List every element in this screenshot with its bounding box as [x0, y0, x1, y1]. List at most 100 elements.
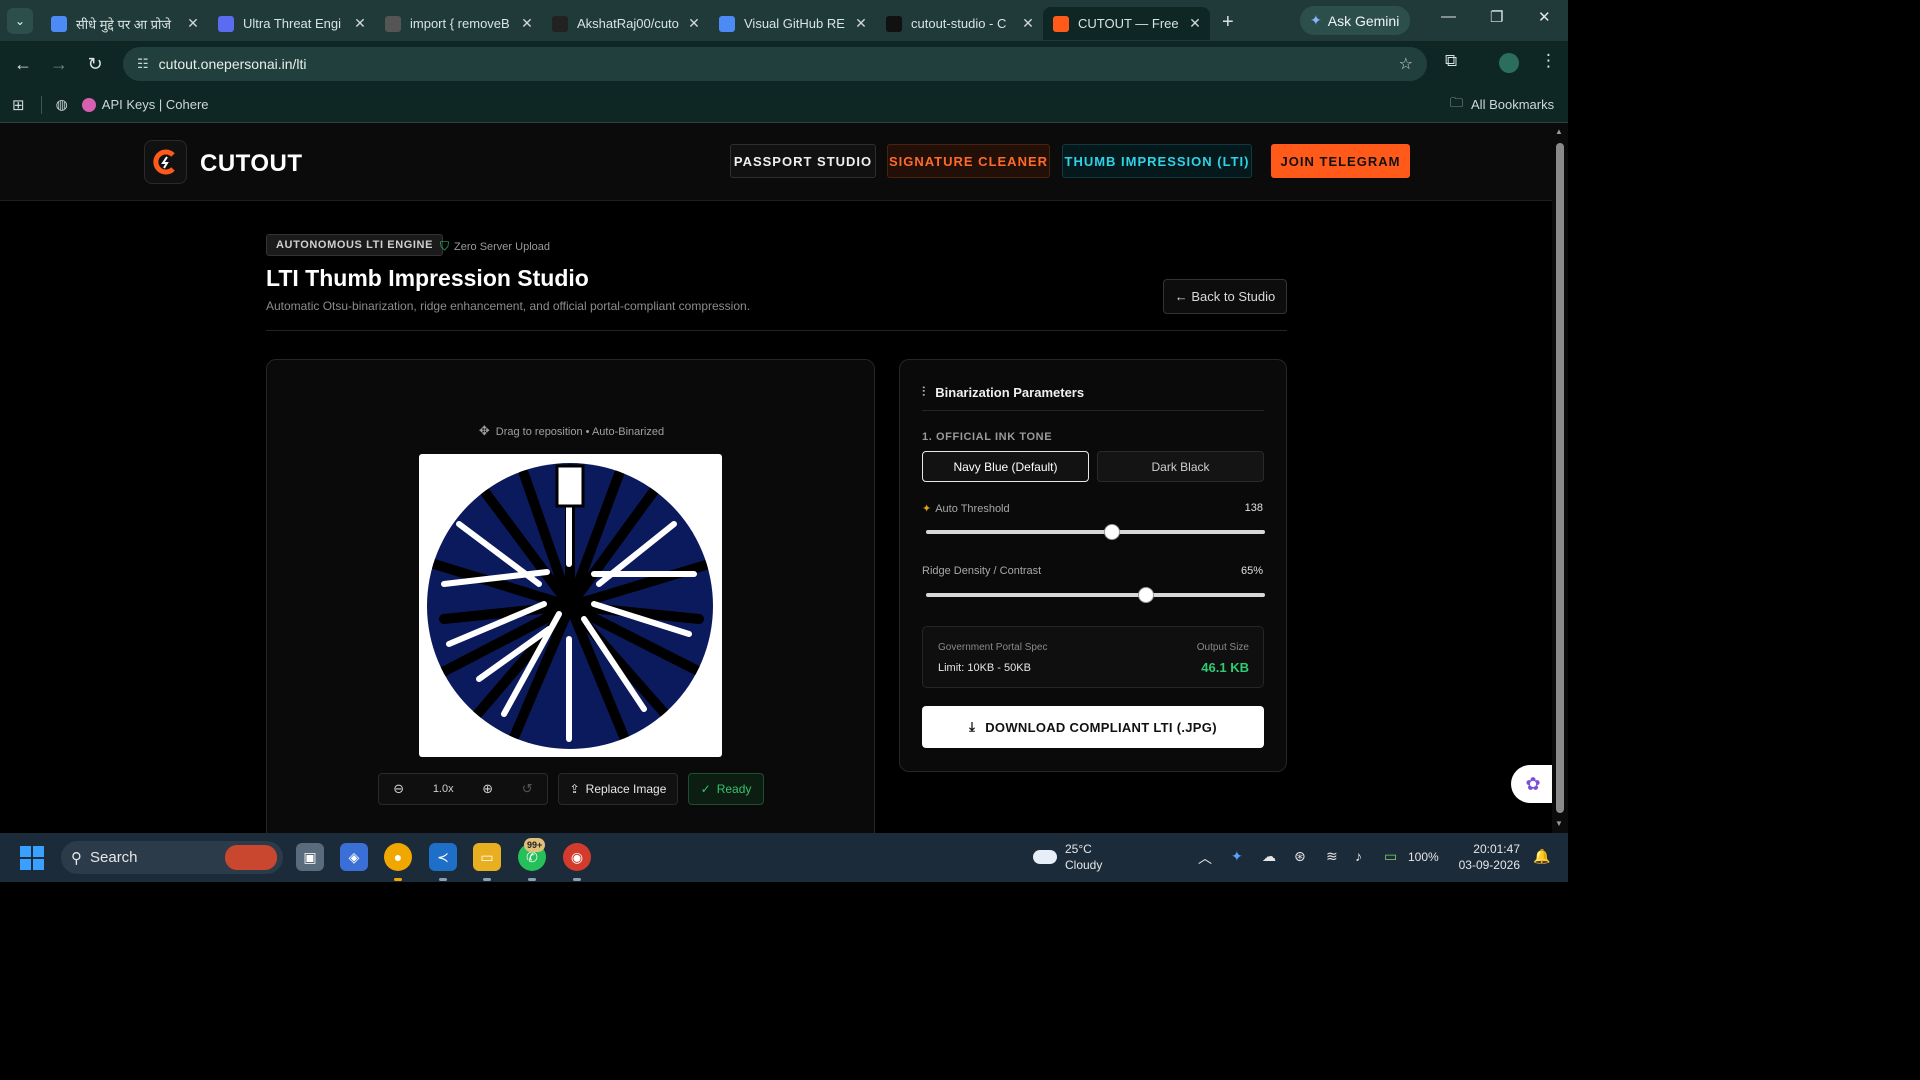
weather-condition: Cloudy: [1065, 858, 1103, 872]
gemini-icon: ✦: [1310, 12, 1322, 28]
output-size-value: 46.1 KB: [1201, 660, 1249, 675]
profile-avatar-icon[interactable]: [1499, 53, 1519, 73]
binarized-thumbprint: [427, 463, 713, 749]
threshold-slider[interactable]: [926, 524, 1265, 540]
browser-tab[interactable]: सीधे मुद्दे पर आ प्रोजे ✕: [41, 7, 208, 40]
ridge-slider-handle[interactable]: [1138, 587, 1155, 603]
browser-tab[interactable]: Ultra Threat Engi ✕: [208, 7, 375, 40]
section-divider: [266, 330, 1287, 331]
close-tab-icon[interactable]: ✕: [1188, 15, 1202, 32]
windows-start-icon[interactable]: [20, 846, 44, 870]
taskbar-clock[interactable]: 20:01:47 03-09-2026: [1456, 841, 1520, 873]
parameters-divider: [922, 410, 1264, 411]
browser-tab[interactable]: Visual GitHub RE ✕: [709, 7, 876, 40]
chrome-icon[interactable]: ◉: [563, 843, 591, 871]
close-tab-icon[interactable]: ✕: [520, 15, 534, 32]
zoom-level: 1.0x: [432, 783, 454, 795]
browser-tab[interactable]: AkshatRaj00/cuto ✕: [542, 7, 709, 40]
browser-tab[interactable]: import { removeB ✕: [375, 7, 542, 40]
search-highlight-icon: [225, 845, 277, 870]
globe-icon[interactable]: ◍: [56, 96, 68, 113]
app-indicator: [573, 878, 581, 881]
vscode-icon[interactable]: ≺: [429, 843, 457, 871]
ridge-label: Ridge Density / Contrast: [922, 565, 1042, 577]
logo-text[interactable]: CUTOUT: [200, 150, 303, 178]
scrollbar-thumb[interactable]: [1556, 143, 1564, 813]
sparkle-icon: ✦: [922, 503, 932, 515]
battery-icon[interactable]: ▭: [1384, 848, 1397, 865]
threshold-label-text: Auto Threshold: [935, 502, 1010, 515]
active-app-indicator: [394, 878, 402, 881]
browser-tab[interactable]: CUTOUT — Free ✕: [1043, 7, 1210, 40]
signature-cleaner-button[interactable]: SIGNATURE CLEANER: [887, 144, 1050, 178]
threshold-slider-handle[interactable]: [1104, 524, 1121, 540]
ready-status-label: Ready: [716, 782, 752, 796]
restore-icon[interactable]: ❐: [1490, 8, 1503, 26]
address-bar[interactable]: ☷ cutout.onepersonai.in/lti ☆: [123, 47, 1427, 81]
cloud-sync-icon[interactable]: ☁: [1262, 848, 1276, 865]
ask-gemini-button[interactable]: ✦ Ask Gemini: [1300, 6, 1410, 35]
ridge-slider[interactable]: [926, 587, 1265, 603]
weather-widget[interactable]: 25°C Cloudy: [1033, 841, 1102, 873]
zoom-in-icon[interactable]: ⊕: [482, 781, 493, 797]
zoom-out-icon[interactable]: ⊖: [393, 781, 404, 797]
thumb-preview-canvas[interactable]: [419, 454, 722, 757]
scroll-down-icon[interactable]: ▼: [1555, 819, 1563, 828]
apps-grid-icon[interactable]: ⊞: [12, 96, 25, 114]
taskbar-search-label: Search: [90, 849, 138, 866]
menu-dots-icon[interactable]: ⋮: [1540, 51, 1557, 71]
task-view-icon[interactable]: ▣: [296, 843, 324, 871]
back-arrow-icon[interactable]: ←: [5, 54, 41, 75]
thumb-impression-button[interactable]: THUMB IMPRESSION (LTI): [1062, 144, 1252, 178]
copilot-tray-icon[interactable]: ✦: [1231, 848, 1243, 865]
close-tab-icon[interactable]: ✕: [353, 15, 367, 32]
download-icon: ⤓: [969, 719, 976, 734]
cutout-logo-icon[interactable]: [144, 140, 187, 184]
forward-arrow-icon[interactable]: →: [41, 54, 77, 75]
generic-site-icon: [385, 15, 401, 32]
threshold-value: 138: [1244, 502, 1263, 514]
output-size-title: Output Size: [1196, 642, 1249, 653]
passport-studio-button[interactable]: PASSPORT STUDIO: [730, 144, 876, 178]
chrome-canary-icon[interactable]: ●: [384, 843, 412, 871]
close-tab-icon[interactable]: ✕: [687, 15, 701, 32]
vpn-icon[interactable]: ⊛: [1294, 848, 1306, 865]
close-tab-icon[interactable]: ✕: [186, 15, 200, 32]
reset-rotate-icon[interactable]: ↺: [522, 781, 533, 797]
tone-navy-button[interactable]: Navy Blue (Default): [922, 451, 1089, 482]
close-tab-icon[interactable]: ✕: [854, 15, 868, 32]
browser-toolbar: ← → ↻ ☷ cutout.onepersonai.in/lti ☆ ⧉ ⋮: [0, 41, 1568, 87]
notification-icon[interactable]: 🔔: [1533, 848, 1550, 865]
assistant-float-icon[interactable]: ✿: [1511, 765, 1552, 803]
reload-icon[interactable]: ↻: [77, 54, 113, 75]
scroll-up-icon[interactable]: ▲: [1555, 127, 1563, 136]
drag-hint-label: Drag to reposition • Auto-Binarized: [495, 426, 665, 438]
all-bookmarks-button[interactable]: 🗀 All Bookmarks: [1450, 94, 1554, 116]
extensions-icon[interactable]: ⧉: [1445, 51, 1457, 71]
bookmark-cohere[interactable]: API Keys | Cohere: [81, 97, 209, 112]
wifi-icon[interactable]: ≋: [1326, 848, 1338, 865]
join-telegram-button[interactable]: JOIN TELEGRAM: [1271, 144, 1410, 178]
file-explorer-icon[interactable]: ▭: [473, 843, 501, 871]
minimize-icon[interactable]: —: [1441, 8, 1456, 25]
close-window-icon[interactable]: ✕: [1538, 8, 1551, 26]
replace-image-button[interactable]: ⇪ Replace Image: [558, 773, 678, 805]
tab-search-icon[interactable]: ⌄: [7, 7, 33, 34]
download-lti-button[interactable]: ⤓ DOWNLOAD COMPLIANT LTI (.JPG): [922, 706, 1264, 748]
tone-black-button[interactable]: Dark Black: [1097, 451, 1264, 482]
site-info-icon[interactable]: ☷: [137, 56, 149, 72]
copilot-icon[interactable]: ◈: [340, 843, 368, 871]
volume-icon[interactable]: ♪: [1355, 848, 1362, 864]
engine-badge: AUTONOMOUS LTI ENGINE: [266, 234, 444, 256]
close-tab-icon[interactable]: ✕: [1021, 15, 1035, 32]
site-header: CUTOUT PASSPORT STUDIO SIGNATURE CLEANER…: [0, 123, 1552, 201]
browser-tab[interactable]: cutout-studio - C ✕: [876, 7, 1043, 40]
zero-upload-label: Zero Server Upload: [454, 240, 551, 253]
gemini-icon: [51, 15, 67, 32]
back-to-studio-button[interactable]: ← Back to Studio: [1163, 279, 1287, 314]
new-tab-icon[interactable]: +: [1222, 11, 1234, 34]
bookmark-star-icon[interactable]: ☆: [1399, 54, 1413, 74]
page-scrollbar[interactable]: ▲ ▼: [1552, 123, 1568, 833]
taskbar-search[interactable]: ⚲ Search: [61, 841, 283, 874]
chevron-up-icon[interactable]: ︿: [1198, 848, 1212, 868]
